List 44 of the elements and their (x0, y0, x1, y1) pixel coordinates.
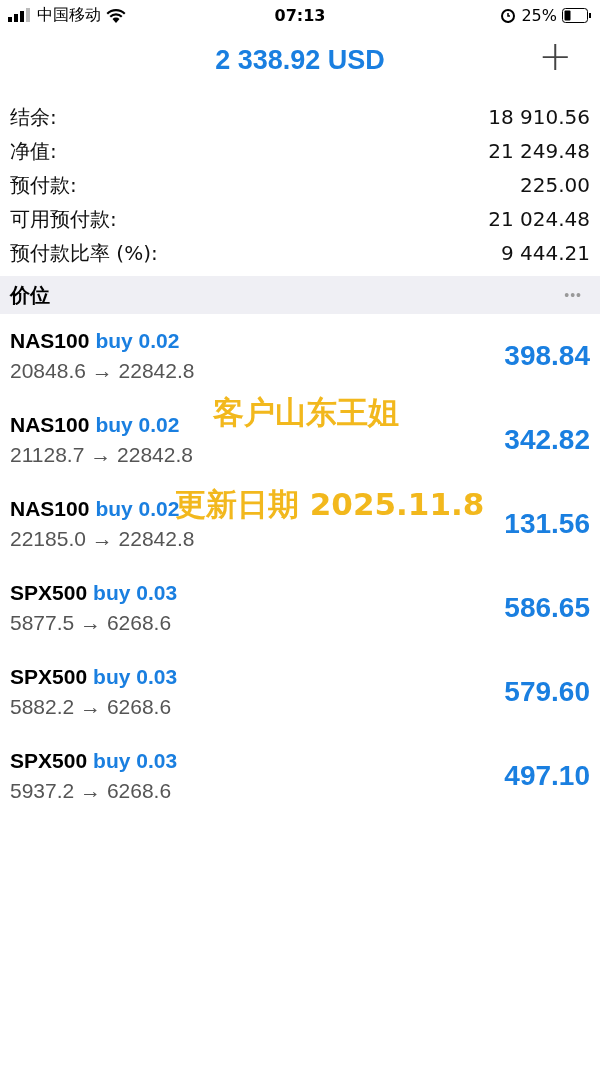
signal-icon (8, 8, 32, 22)
profit-value: 131.56 (504, 508, 590, 540)
symbol-name: NAS100 (10, 413, 90, 437)
price-range: 21128.7 → 22842.8 (10, 443, 193, 467)
account-value: 9 444.21 (500, 241, 590, 265)
add-button[interactable]: + (538, 36, 572, 76)
order-side: buy 0.02 (95, 329, 180, 353)
section-title: 价位 (10, 281, 50, 309)
price-range: 22185.0 → 22842.8 (10, 527, 195, 551)
account-value: 21 024.48 (488, 207, 590, 231)
clock-time: 07:13 (274, 5, 326, 25)
symbol-name: NAS100 (10, 497, 90, 521)
profit-value: 398.84 (504, 340, 590, 372)
balance-title: 2 338.92 USD (215, 44, 385, 76)
symbol-name: NAS100 (10, 329, 90, 353)
order-side: buy 0.03 (93, 665, 178, 689)
order-side: buy 0.02 (95, 413, 180, 437)
wifi-icon (106, 7, 126, 23)
alarm-icon (500, 7, 517, 23)
account-label: 可用预付款: (10, 205, 117, 233)
profit-value: 586.65 (504, 592, 590, 624)
account-value: 18 910.56 (488, 105, 590, 129)
order-side: buy 0.03 (93, 749, 178, 773)
profit-value: 342.82 (504, 424, 590, 456)
profit-value: 497.10 (504, 760, 590, 792)
symbol-name: SPX500 (10, 665, 88, 689)
symbol-name: SPX500 (10, 581, 88, 605)
price-range: 5882.2 → 6268.6 (10, 695, 173, 719)
order-side: buy 0.03 (93, 581, 178, 605)
symbol-name: SPX500 (10, 749, 88, 773)
account-label: 预付款比率 (%): (10, 239, 158, 267)
price-range: 20848.6 → 22842.8 (10, 359, 195, 383)
account-label: 预付款: (10, 171, 77, 199)
account-label: 结余: (10, 103, 57, 131)
account-label: 净值: (10, 137, 57, 165)
battery-percent: 25% (521, 5, 557, 25)
account-value: 225.00 (520, 173, 590, 197)
profit-value: 579.60 (504, 676, 590, 708)
price-range: 5877.5 → 6268.6 (10, 611, 173, 635)
battery-icon (562, 7, 592, 23)
carrier-name: 中国移动 (37, 4, 101, 26)
overlay-caption: 客户山东王姐 (213, 393, 399, 432)
account-value: 21 249.48 (488, 139, 590, 163)
price-range: 5937.2 → 6268.6 (10, 779, 173, 803)
